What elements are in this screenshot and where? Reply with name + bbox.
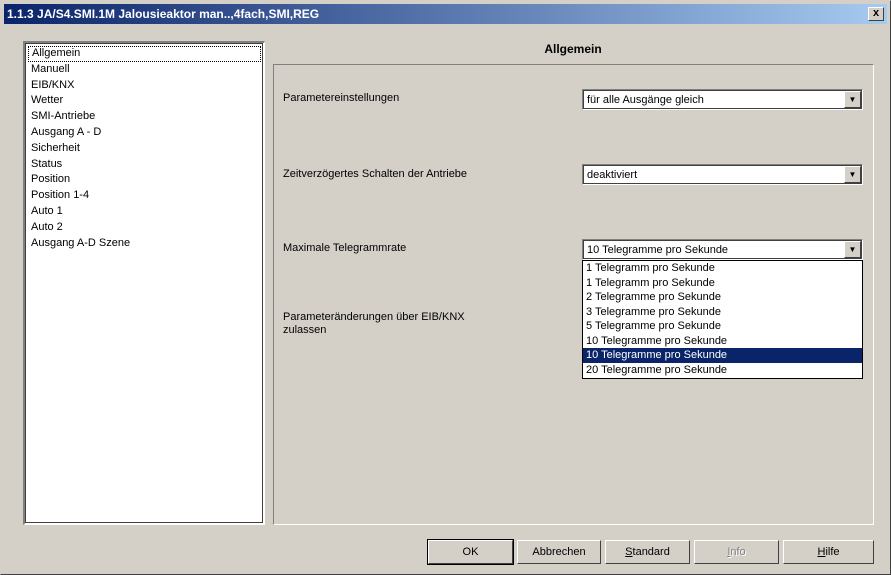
nav-item-position-1-4[interactable]: Position 1-4 [28,188,261,204]
category-list[interactable]: Allgemein Manuell EIB/KNX Wetter SMI-Ant… [23,41,265,525]
chevron-down-icon[interactable]: ▼ [844,241,861,258]
param-label-telegrammrate: Maximale Telegrammrate [283,242,407,254]
nav-item-smi-antriebe[interactable]: SMI-Antriebe [28,109,261,125]
param-label-parametereinstellungen: Parametereinstellungen [283,92,400,104]
param-label-line-2: zulassen [283,324,327,336]
close-button[interactable]: x [868,7,884,21]
nav-item-auto-1[interactable]: Auto 1 [28,204,261,220]
window-title: 1.1.3 JA/S4.SMI.1M Jalousieaktor man..,4… [7,7,320,21]
chevron-down-icon[interactable]: ▼ [844,166,861,183]
dropdown-option[interactable]: 20 Telegramme pro Sekunde [583,363,862,378]
dropdown-option[interactable]: 1 Telegramm pro Sekunde [583,261,862,276]
dropdown-option[interactable]: 2 Telegramme pro Sekunde [583,290,862,305]
telegrammrate-dropdown-list[interactable]: 1 Telegramm pro Sekunde 1 Telegramm pro … [582,260,863,379]
nav-item-ausgang-a-d-szene[interactable]: Ausgang A-D Szene [28,236,261,252]
dropdown-option[interactable]: 3 Telegramme pro Sekunde [583,305,862,320]
help-button[interactable]: Hilfe [783,540,874,564]
cancel-button[interactable]: Abbrechen [517,540,601,564]
dropdown-option-highlighted[interactable]: 10 Telegramme pro Sekunde [583,348,862,363]
combo-value: deaktiviert [587,169,638,181]
nav-item-sicherheit[interactable]: Sicherheit [28,141,261,157]
nav-item-eib-knx[interactable]: EIB/KNX [28,78,261,94]
dialog-window: 1.1.3 JA/S4.SMI.1M Jalousieaktor man..,4… [0,0,891,575]
dropdown-option[interactable]: 10 Telegramme pro Sekunde [583,334,862,349]
title-bar[interactable]: 1.1.3 JA/S4.SMI.1M Jalousieaktor man..,4… [4,4,887,24]
telegrammrate-select[interactable]: 10 Telegramme pro Sekunde ▼ [582,239,863,260]
dropdown-option[interactable]: 5 Telegramme pro Sekunde [583,319,862,334]
nav-item-status[interactable]: Status [28,157,261,173]
ok-button[interactable]: OK [427,539,514,565]
section-title: Allgemein [544,42,602,56]
param-label-parameteraenderungen: Parameteränderungen über EIB/KNX zulasse… [283,311,465,337]
info-button: Info [694,540,779,564]
zeitverzoegert-select[interactable]: deaktiviert ▼ [582,164,863,185]
nav-item-wetter[interactable]: Wetter [28,93,261,109]
combo-value: 10 Telegramme pro Sekunde [587,244,729,256]
dropdown-option[interactable]: 1 Telegramm pro Sekunde [583,276,862,291]
standard-button[interactable]: Standard [605,540,690,564]
param-label-zeitverzoegert: Zeitverzögertes Schalten der Antriebe [283,168,468,180]
nav-item-manuell[interactable]: Manuell [28,62,261,78]
nav-item-allgemein[interactable]: Allgemein [28,46,261,62]
parametereinstellungen-select[interactable]: für alle Ausgänge gleich ▼ [582,89,863,110]
close-icon: x [872,7,880,19]
combo-value: für alle Ausgänge gleich [587,94,704,106]
chevron-down-icon[interactable]: ▼ [844,91,861,108]
param-label-line-1: Parameteränderungen über EIB/KNX [283,311,465,323]
nav-item-position[interactable]: Position [28,172,261,188]
nav-item-auto-2[interactable]: Auto 2 [28,220,261,236]
nav-item-ausgang-a-d[interactable]: Ausgang A - D [28,125,261,141]
